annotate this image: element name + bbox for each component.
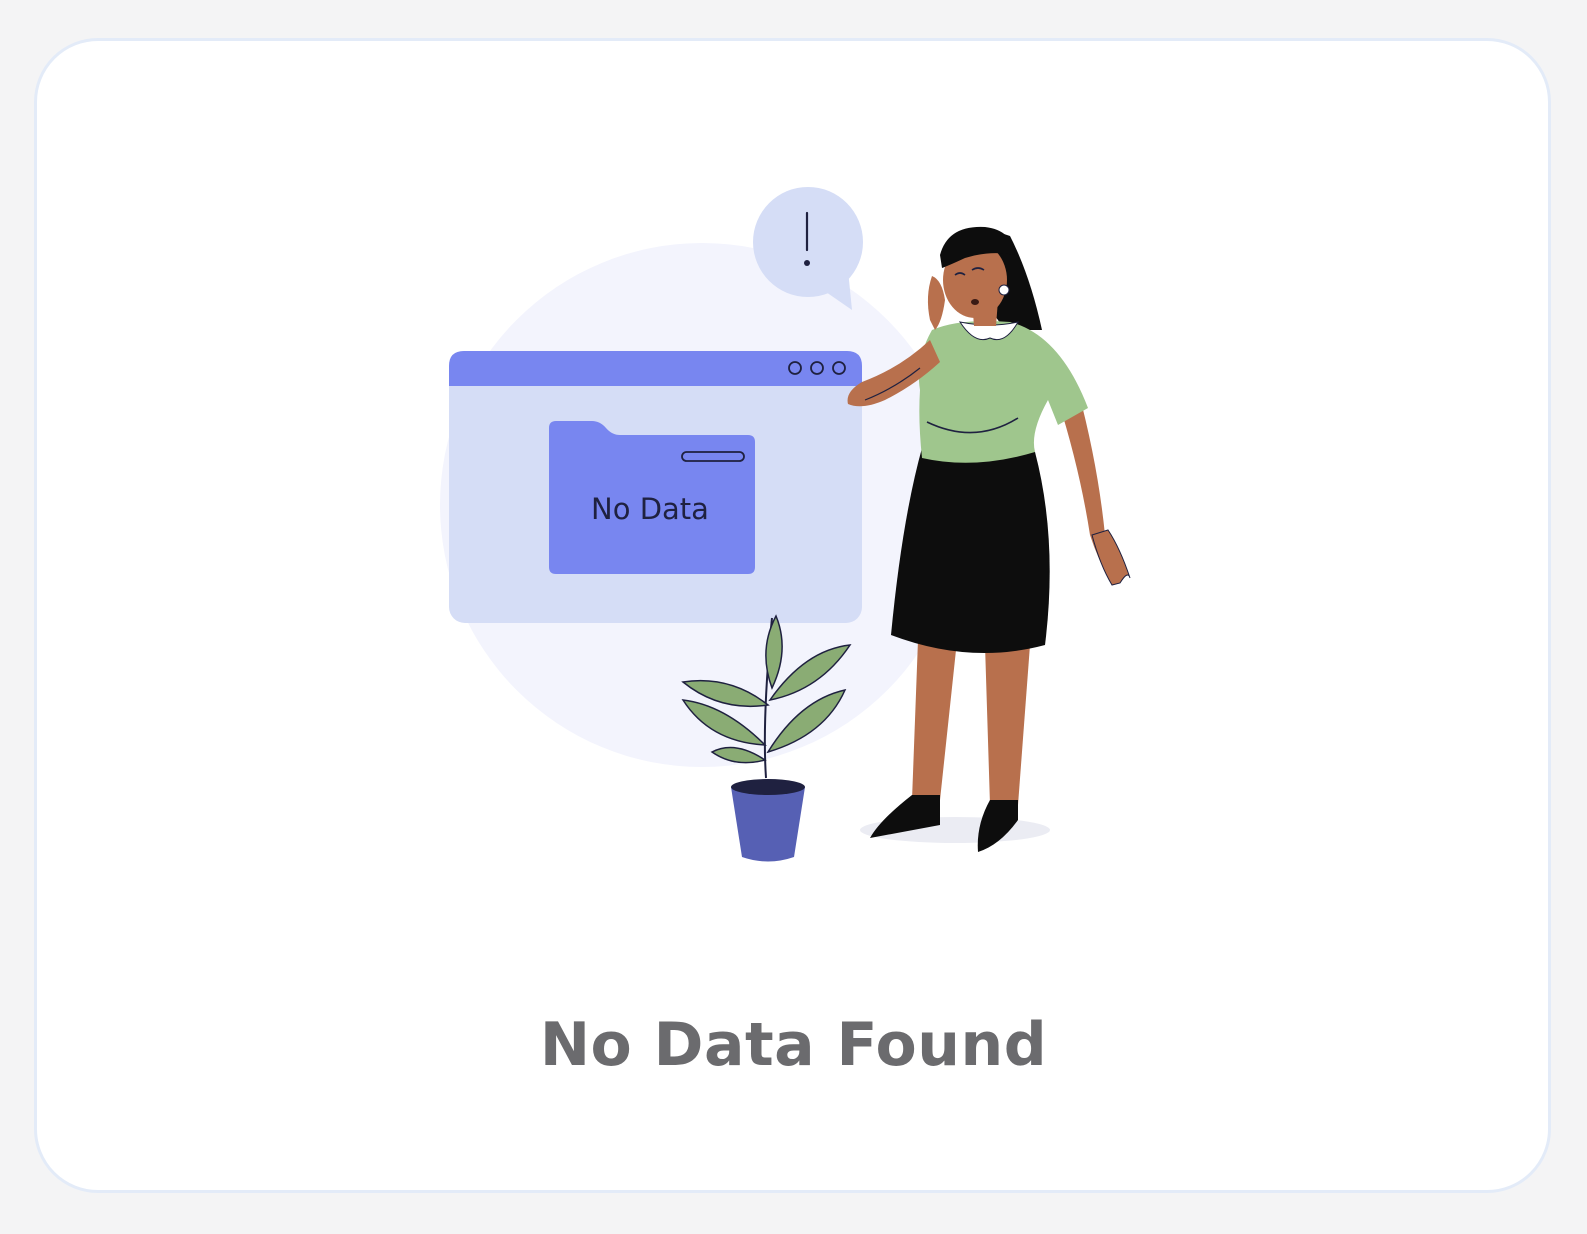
empty-state-title: No Data Found [539,1010,1048,1080]
folder-icon: No Data [549,421,755,574]
folder-label: No Data [591,492,709,526]
